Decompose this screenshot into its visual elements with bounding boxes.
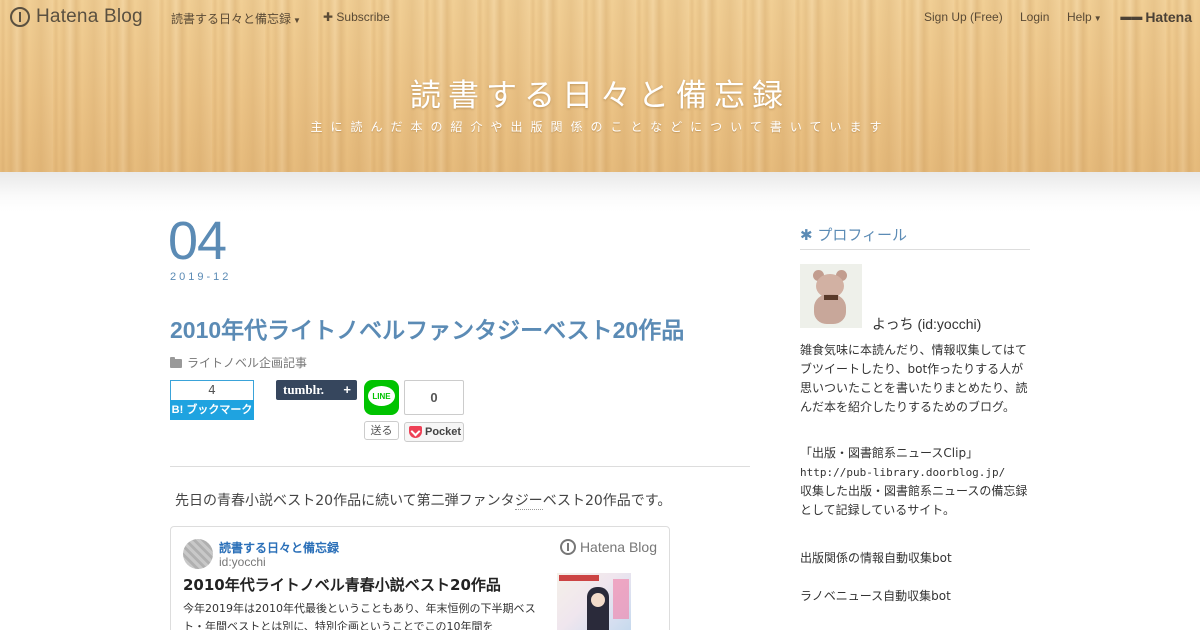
bot-link-lightnovel[interactable]: ラノベニュース自動収集bot — [800, 587, 951, 604]
profile-bio: 雑食気味に本読んだり、情報収集してはてブツイートしたり、bot作ったりする人が思… — [800, 343, 1028, 414]
folder-icon — [170, 356, 182, 368]
avatar[interactable] — [800, 264, 862, 328]
embed-hatena-blog-logo[interactable]: Hatena Blog — [559, 539, 657, 555]
pocket-label: Pocket — [425, 426, 462, 438]
hatena-blog-logo[interactable]: Hatena Blog — [10, 6, 143, 28]
intro-text-end: ベスト20作品です。 — [542, 493, 672, 509]
pocket-icon — [409, 426, 422, 438]
clip-title: 「出版・図書館系ニュースClip」 — [800, 446, 979, 460]
entry-intro-text: 先日の青春小説ベスト20作品に続いて第二弾ファンタジーベスト20作品です。 — [175, 490, 671, 510]
hatena-mark-icon: ▬▬ — [1120, 11, 1143, 23]
signup-link[interactable]: Sign Up (Free) — [924, 10, 1003, 24]
profile-name[interactable]: よっち (id:yocchi) — [872, 314, 981, 334]
clip-url-link[interactable]: http://pub-library.doorblog.jp/ — [800, 463, 1035, 482]
blog-title[interactable]: 読書する日々と備忘録 — [0, 70, 1200, 115]
line-label: LINE — [372, 392, 391, 401]
login-link[interactable]: Login — [1020, 10, 1049, 24]
hatena-blog-logo-text: Hatena Blog — [36, 6, 143, 27]
entry-date-year-month[interactable]: 2019-12 — [170, 271, 231, 283]
subscribe-button[interactable]: ✚ Subscribe — [323, 10, 390, 24]
keyword-link[interactable]: ジー — [514, 493, 543, 510]
tumblr-label: tumblr. — [283, 382, 325, 397]
entry-date-day[interactable]: 04 — [168, 210, 227, 272]
bear-bow — [824, 295, 838, 300]
entry-title[interactable]: 2010年代ライトノベルファンタジーベスト20作品 — [170, 311, 684, 345]
thumbnail-face — [591, 593, 605, 607]
global-header: Hatena Blog 読書する日々と備忘録 ▼ ✚ Subscribe Sign… — [0, 0, 1200, 36]
blog-description: 主に読んだ本の紹介や出版関係のことなどについて書いています — [310, 120, 890, 134]
bookmark-count: 4 — [170, 380, 254, 400]
pocket-button[interactable]: Pocket — [404, 422, 464, 442]
bookmark-label: B! ブックマーク — [170, 400, 254, 420]
hatena-bookmark-button[interactable]: 4 B! ブックマーク — [170, 380, 254, 420]
bot-link-publishing[interactable]: 出版関係の情報自動収集bot — [800, 549, 952, 566]
hatena-brand-link[interactable]: ▬▬ Hatena — [1120, 9, 1192, 25]
blog-card-embed[interactable]: 読書する日々と備忘録 id:yocchi Hatena Blog 2010年代ラ… — [170, 526, 670, 630]
chevron-down-icon: ▼ — [1093, 14, 1102, 23]
hatena-blog-logo-icon — [10, 7, 30, 27]
entry-category-label: ライトノベル企画記事 — [187, 356, 308, 370]
blog-menu[interactable]: 読書する日々と備忘録 ▼ — [171, 10, 301, 27]
embed-excerpt: 今年2019年は2010年代最後ということもあり、年末恒例の下半期ベスト・年間ベ… — [183, 602, 536, 630]
embed-blog-name[interactable]: 読書する日々と備忘録 — [219, 539, 339, 556]
header-shadow — [0, 172, 1200, 212]
avatar — [183, 539, 213, 569]
entry-divider — [170, 466, 750, 467]
clip-description: 収集した出版・図書館系ニュースの備忘録として記録しているサイト。 — [800, 484, 1028, 517]
help-menu[interactable]: Help ▼ — [1067, 10, 1102, 24]
pocket-count: 0 — [404, 380, 464, 415]
tumblr-share-button[interactable]: tumblr. + — [276, 380, 357, 400]
entry-category[interactable]: ライトノベル企画記事 — [170, 354, 307, 371]
chevron-down-icon: ▼ — [293, 16, 301, 25]
hatena-brand-text: Hatena — [1145, 9, 1192, 25]
blog-header: Hatena Blog 読書する日々と備忘録 ▼ ✚ Subscribe Sign… — [0, 0, 1200, 172]
embed-user-id: id:yocchi — [219, 555, 266, 569]
embed-title[interactable]: 2010年代ライトノベル青春小説ベスト20作品 — [183, 574, 501, 595]
line-share-button[interactable]: LINE — [364, 380, 399, 415]
profile-heading: ✱ プロフィール — [800, 224, 1030, 250]
thumbnail-band — [559, 575, 599, 581]
help-menu-label: Help — [1067, 10, 1092, 24]
hatena-blog-logo-icon — [559, 539, 576, 555]
thumbnail-title-art — [613, 579, 629, 619]
embed-thumbnail[interactable] — [557, 573, 631, 630]
blog-menu-label: 読書する日々と備忘録 — [171, 12, 292, 26]
plus-icon: + — [343, 382, 351, 397]
line-send-button[interactable]: 送る — [364, 421, 399, 440]
embed-brand-text: Hatena Blog — [579, 539, 657, 555]
intro-text-start: 先日の青春小説ベスト20作品に続いて第二弾ファンタ — [175, 493, 515, 509]
